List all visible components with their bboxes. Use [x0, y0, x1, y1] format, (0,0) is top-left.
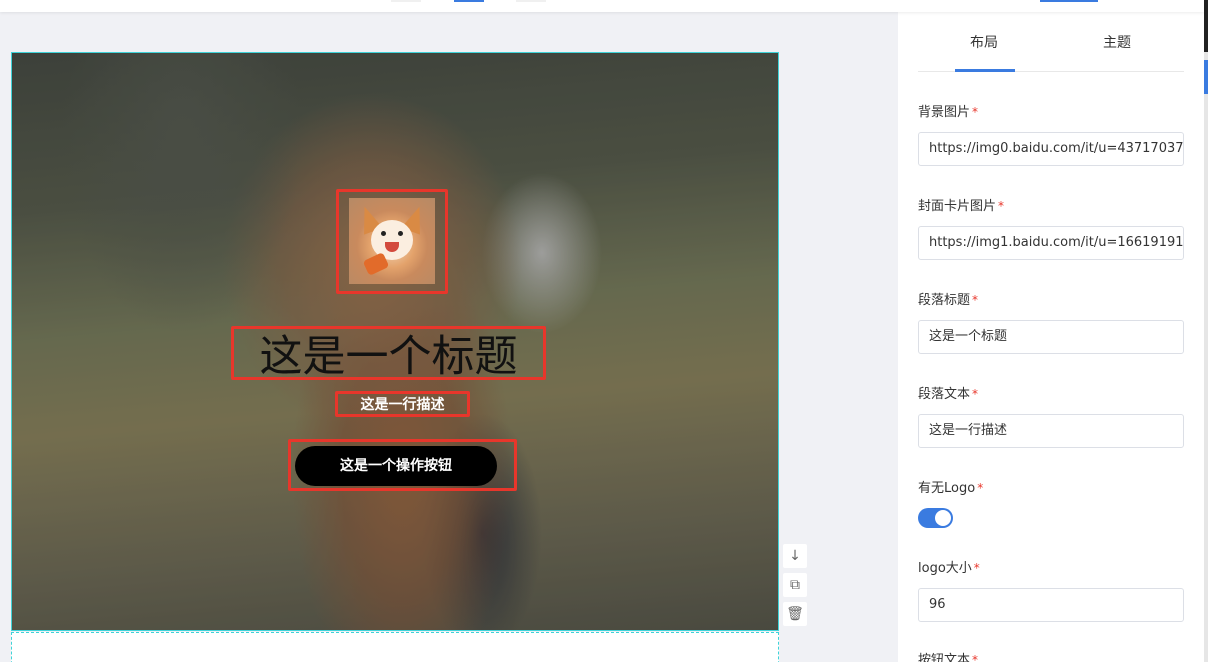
toolbar-button[interactable] — [391, 0, 421, 2]
field-label: logo大小 — [918, 561, 972, 576]
block-tools: ↓ ⧉ 🗑 — [783, 544, 807, 631]
field-section-text: 段落文本 * 这是一行描述 — [918, 384, 1184, 448]
move-down-icon[interactable]: ↓ — [783, 544, 807, 568]
required-mark: * — [972, 387, 979, 401]
active-tab-indicator — [955, 69, 1015, 72]
field-button-text: 按钮文本 * — [918, 650, 1184, 662]
copy-icon[interactable]: ⧉ — [783, 573, 807, 597]
required-mark: * — [972, 105, 979, 119]
next-block[interactable] — [11, 632, 779, 662]
logo-size-input[interactable]: 96 — [918, 588, 1184, 622]
properties-panel: 布局 主题 背景图片 * https://img0.baidu.com/it/u=… — [898, 0, 1204, 662]
field-cover-image: 封面卡片图片 * https://img1.baidu.com/it/u=1661… — [918, 196, 1184, 260]
field-has-logo: 有无Logo * — [918, 478, 1184, 528]
dog-eye — [381, 231, 386, 236]
field-label: 按钮文本 — [918, 653, 971, 662]
button-selection[interactable]: 这是一个操作按钮 — [288, 439, 517, 491]
edge-dark-block — [1204, 0, 1208, 52]
field-label: 背景图片 — [918, 105, 971, 120]
field-label: 段落文本 — [918, 387, 971, 402]
tab-layout[interactable]: 布局 — [970, 32, 998, 52]
tab-theme[interactable]: 主题 — [1103, 32, 1131, 52]
toggle-knob — [935, 510, 951, 526]
required-mark: * — [977, 481, 984, 495]
field-label: 封面卡片图片 — [918, 199, 997, 214]
toolbar-button-active[interactable] — [454, 0, 484, 2]
required-mark: * — [998, 199, 1005, 213]
edge-accent-block — [1204, 60, 1208, 94]
top-toolbar — [0, 0, 1204, 12]
field-label: 段落标题 — [918, 293, 971, 308]
toolbar-button[interactable] — [516, 0, 546, 2]
bg-image-input[interactable]: https://img0.baidu.com/it/u=437170374,3 — [918, 132, 1184, 166]
field-section-title: 段落标题 * 这是一个标题 — [918, 290, 1184, 354]
field-logo-size: logo大小 * 96 — [918, 558, 1184, 622]
required-mark: * — [972, 293, 979, 307]
trash-icon[interactable]: 🗑 — [783, 602, 807, 626]
field-label: 有无Logo — [918, 481, 976, 496]
required-mark: * — [972, 653, 979, 662]
logo-image — [349, 198, 435, 284]
logo-selection[interactable] — [336, 189, 448, 294]
hero-block[interactable]: 这是一个标题 这是一行描述 这是一个操作按钮 — [11, 52, 779, 631]
section-text-input[interactable]: 这是一行描述 — [918, 414, 1184, 448]
required-mark: * — [973, 561, 980, 575]
toolbar-primary-button[interactable] — [1040, 0, 1098, 2]
logo-toggle[interactable] — [918, 508, 953, 528]
hero-action-button[interactable]: 这是一个操作按钮 — [295, 446, 497, 486]
cover-image-input[interactable]: https://img1.baidu.com/it/u=1661919125 — [918, 226, 1184, 260]
description-selection[interactable]: 这是一行描述 — [335, 391, 470, 417]
field-bg-image: 背景图片 * https://img0.baidu.com/it/u=437170… — [918, 102, 1184, 166]
title-selection[interactable]: 这是一个标题 — [231, 326, 546, 382]
window-edge — [1204, 0, 1208, 662]
section-title-input[interactable]: 这是一个标题 — [918, 320, 1184, 354]
editor-canvas: 这是一个标题 这是一行描述 这是一个操作按钮 ↓ ⧉ 🗑 — [0, 12, 898, 662]
hero-description: 这是一行描述 — [360, 397, 445, 413]
dog-eye — [398, 231, 403, 236]
hero-title: 这是一个标题 — [259, 332, 518, 382]
